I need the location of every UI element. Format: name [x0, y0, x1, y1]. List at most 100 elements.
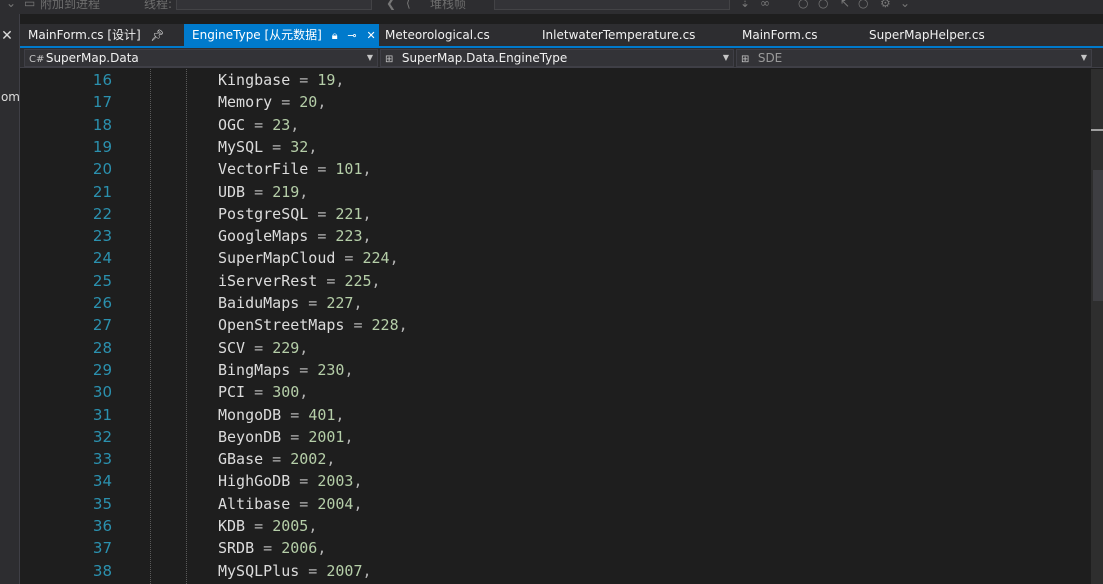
tab-enginetype[interactable]: EngineType [从元数据] 🔒︎ ⊸ ✕	[184, 24, 379, 46]
line-number: 17	[92, 93, 112, 112]
code-line[interactable]: 26 BaiduMaps = 227,	[20, 292, 1091, 314]
lock-icon: 🔒︎	[331, 29, 338, 42]
code-line[interactable]: 19 MySQL = 32,	[20, 136, 1091, 158]
enum-member-declaration: iServerRest = 225,	[218, 270, 381, 292]
code-line[interactable]: 38 MySQLPlus = 2007,	[20, 560, 1091, 582]
forward-icon[interactable]: ⟨	[406, 0, 411, 10]
line-number: 16	[92, 71, 112, 89]
enum-member-value: 224	[362, 249, 390, 268]
scroll-position-marker	[1091, 129, 1103, 131]
tab-label: SuperMapHelper.cs	[869, 28, 985, 42]
chevron-down-icon[interactable]: ⌄	[900, 0, 910, 10]
gear-icon[interactable]: ⚙	[880, 0, 891, 10]
line-number: 18	[92, 115, 112, 134]
enum-member-name: PCI	[218, 383, 246, 402]
code-line[interactable]: 16 Kingbase = 19,	[20, 69, 1091, 91]
code-line[interactable]: 31 MongoDB = 401,	[20, 404, 1091, 426]
comma-separator: ,	[308, 137, 318, 156]
code-line[interactable]: 22 PostgreSQL = 221,	[20, 203, 1091, 225]
comma-separator: ,	[299, 338, 309, 357]
tab-mainform[interactable]: MainForm.cs	[734, 24, 854, 46]
code-line[interactable]: 20 VectorFile = 101,	[20, 158, 1091, 180]
scrollbar-thumb[interactable]	[1093, 170, 1103, 301]
vertical-scrollbar[interactable]	[1091, 69, 1103, 584]
equals-operator: =	[245, 517, 273, 535]
dot-icon[interactable]: ○	[798, 0, 808, 10]
code-line[interactable]: 35 Altibase = 2004,	[20, 493, 1091, 515]
code-editor[interactable]: 16 Kingbase = 19, 17 Memory = 20, 18 OGC = 23…	[20, 69, 1091, 584]
enum-member-name: OGC	[218, 115, 246, 134]
enum-icon: ⊞	[385, 54, 394, 65]
code-line[interactable]: 36 KDB = 2005,	[20, 515, 1091, 537]
equals-operator: =	[263, 137, 291, 156]
equals-operator: =	[272, 93, 300, 112]
tab-inletwatertemperature[interactable]: InletwaterTemperature.cs	[534, 24, 724, 46]
code-line[interactable]: 23 GoogleMaps = 223,	[20, 225, 1091, 247]
pin-icon[interactable]: 📌︎	[151, 25, 165, 47]
equals-operator: =	[308, 204, 336, 223]
chevron-down-icon[interactable]: ▼	[367, 50, 373, 66]
navigation-bar: C# SuperMap.Data ▼ ⊞ SuperMap.Data.Engin…	[20, 48, 1103, 68]
line-number: 23	[92, 227, 112, 246]
code-line[interactable]: 29 BingMaps = 230,	[20, 359, 1091, 381]
line-number: 34	[92, 472, 112, 491]
enum-member-value: 2007	[326, 561, 363, 580]
line-number: 37	[92, 539, 112, 558]
code-line[interactable]: 32 BeyonDB = 2001,	[20, 426, 1091, 448]
comma-separator: ,	[362, 204, 372, 223]
tab-supermaphelper[interactable]: SuperMapHelper.cs	[861, 24, 1021, 46]
project-dropdown[interactable]: C# SuperMap.Data ▼	[24, 49, 378, 67]
comma-separator: ,	[335, 71, 345, 89]
equals-operator: =	[281, 405, 309, 424]
code-line[interactable]: 25 iServerRest = 225,	[20, 270, 1091, 292]
enum-member-name: HighGoDB	[218, 472, 291, 491]
line-number: 26	[92, 294, 112, 312]
type-dropdown[interactable]: ⊞ SuperMap.Data.EngineType ▼	[380, 49, 734, 67]
equals-operator: =	[290, 472, 318, 491]
enum-member-value: 228	[371, 316, 399, 335]
enum-member-name: MySQL	[218, 137, 264, 156]
tab-mainform-design[interactable]: MainForm.cs [设计] 📌︎	[20, 24, 184, 46]
enum-member-declaration: VectorFile = 101,	[218, 158, 372, 180]
code-line[interactable]: 34 HighGoDB = 2003,	[20, 470, 1091, 492]
close-icon[interactable]: ✕	[0, 28, 14, 44]
code-line[interactable]: 28 SCV = 229,	[20, 337, 1091, 359]
chevron-down-icon[interactable]: ⌄	[6, 0, 16, 10]
code-line[interactable]: 17 Memory = 20,	[20, 91, 1091, 113]
enum-member-value: 32	[290, 137, 309, 156]
line-number: 32	[92, 427, 112, 446]
equals-operator: =	[254, 539, 282, 558]
code-line[interactable]: 37 SRDB = 2006,	[20, 537, 1091, 559]
code-line[interactable]: 30 PCI = 300,	[20, 381, 1091, 403]
chevron-down-icon[interactable]: ▼	[723, 50, 729, 66]
comma-separator: ,	[299, 182, 309, 201]
code-line[interactable]: 24 SuperMapCloud = 224,	[20, 247, 1091, 269]
equals-operator: =	[308, 160, 336, 179]
back-icon[interactable]: ❮	[386, 0, 396, 10]
enum-member-name: OpenStreetMaps	[218, 316, 345, 335]
pin-icon[interactable]: ⊸	[347, 25, 356, 47]
code-line[interactable]: 27 OpenStreetMaps = 228,	[20, 314, 1091, 336]
code-line[interactable]: 18 OGC = 23,	[20, 114, 1091, 136]
equals-operator: =	[245, 182, 273, 201]
enum-member-declaration: KDB = 2005,	[218, 515, 317, 537]
dot-icon[interactable]: ○	[818, 0, 828, 10]
code-line[interactable]: 21 UDB = 219,	[20, 181, 1091, 203]
enum-member-value: 300	[272, 383, 300, 402]
close-icon[interactable]: ✕	[366, 25, 375, 47]
filter-icon[interactable]: ⇣	[740, 0, 750, 10]
code-line[interactable]: 33 GBase = 2002,	[20, 448, 1091, 470]
tab-meteorological[interactable]: Meteorological.cs	[377, 24, 527, 46]
thread-dropdown[interactable]	[176, 0, 372, 10]
attach-process-label[interactable]: 附加到进程	[40, 0, 100, 12]
chevron-down-icon[interactable]: ▼	[1081, 50, 1087, 66]
member-dropdown[interactable]: ⊞ SDE ▼	[736, 49, 1092, 67]
link-icon[interactable]: ∞	[760, 0, 770, 10]
enum-member-value: 219	[272, 182, 300, 201]
cursor-icon[interactable]: ↖	[840, 0, 850, 10]
dot-icon[interactable]: ○	[858, 0, 868, 10]
stack-frame-dropdown[interactable]	[494, 0, 730, 10]
equals-operator: =	[308, 227, 336, 246]
equals-operator: =	[299, 561, 327, 580]
enum-member-value: 223	[335, 227, 363, 246]
